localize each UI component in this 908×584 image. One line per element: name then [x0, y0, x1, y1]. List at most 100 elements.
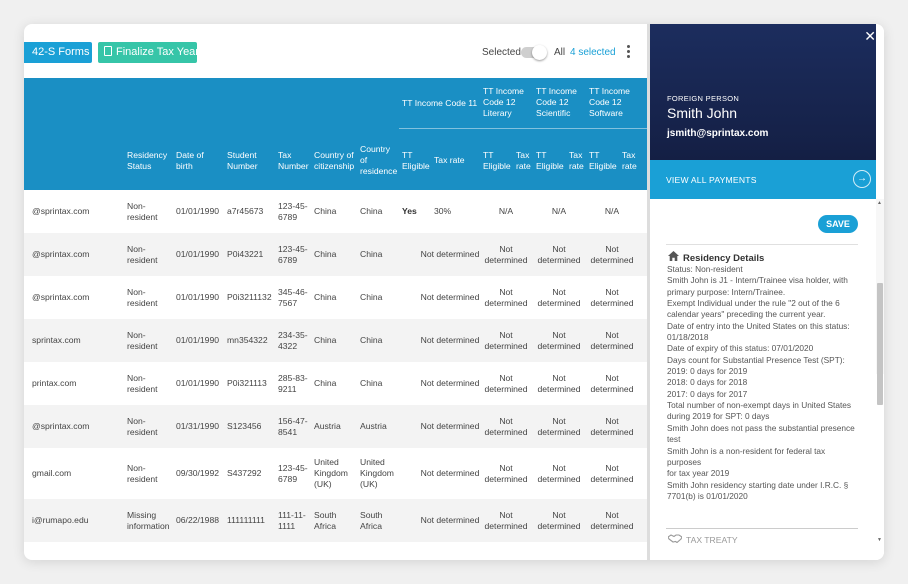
tax-number-cell: 345-46- 7567	[278, 287, 308, 309]
residency-status-cell: Non-resident	[127, 373, 158, 395]
panel-header: ✕ FOREIGN PERSON Smith John jsmith@sprin…	[650, 24, 876, 160]
cell-line: determined	[484, 255, 528, 265]
tt-scientific-cell: Not determined	[532, 463, 586, 485]
cell-line: determined	[484, 341, 528, 351]
header-country-citizenship[interactable]: Country of citizenship	[314, 150, 354, 172]
app-card: 42-S Forms Finalize Tax Year Selected Al…	[24, 24, 884, 560]
header-residency-status[interactable]: Residency Status	[127, 150, 167, 172]
header-line: Tax	[569, 150, 583, 160]
students-table-panel: 42-S Forms Finalize Tax Year Selected Al…	[24, 24, 647, 560]
header-tt-software[interactable]: TT Income Code 12 Software	[589, 86, 630, 119]
email-cell: printax.com	[32, 378, 77, 388]
cell-line: N/A	[498, 206, 514, 216]
email-cell: @sprintax.com	[32, 421, 90, 431]
cell-line: Africa	[314, 521, 336, 531]
tax-treaty-section[interactable]: TAX TREATY	[667, 534, 738, 545]
tt-code11-cell: Not determined	[420, 249, 480, 259]
tt-scientific-cell: N/A	[532, 206, 586, 217]
residency-status-cell: Non-resident	[127, 244, 158, 266]
cell-line: Non-	[127, 416, 146, 426]
table-row[interactable]: printax.com Non-resident 01/01/1990 P0i3211…	[24, 362, 647, 405]
citizenship-cell: United Kingdom (UK)	[314, 457, 348, 490]
residency-line: 2019: 0 days for 2019	[667, 366, 748, 377]
header-tt-income-code-11[interactable]: TT Income Code 11	[402, 98, 477, 109]
more-options-icon[interactable]	[627, 45, 631, 59]
table-row[interactable]: @sprintax.com Non-resident 01/31/1990 S1234…	[24, 405, 647, 448]
table-row[interactable]: sprintax.com Non-resident 01/01/1990 mn3543…	[24, 319, 647, 362]
table-row[interactable]: gmail.com Non-resident 09/30/1992 S437292 12…	[24, 448, 647, 499]
header-tax-rate-wrapped[interactable]: Tax rate	[569, 150, 584, 172]
residency-line: Smith John is J1 - Intern/Trainee visa h…	[667, 275, 848, 286]
header-dob[interactable]: Date of birth	[176, 150, 204, 172]
header-tax-number[interactable]: Tax Number	[278, 150, 309, 172]
cell-line: China	[360, 292, 383, 302]
tt-literary-cell: Not determined	[479, 510, 533, 532]
forms-button[interactable]: 42-S Forms	[24, 42, 92, 63]
table-row[interactable]: i@rumapo.edu Missing information 06/22/1988…	[24, 499, 647, 542]
residency-status-cell: Non-resident	[127, 330, 158, 352]
scroll-down-icon[interactable]: ▼	[877, 537, 882, 543]
header-line: Residency	[127, 150, 168, 160]
selected-count[interactable]: 4 selected	[570, 47, 616, 58]
header-tax-rate[interactable]: Tax rate	[434, 155, 465, 166]
header-tt-eligible[interactable]: TT Eligible	[536, 150, 564, 172]
cell-line: Not	[499, 330, 513, 340]
header-tt-eligible[interactable]: TT Eligible	[402, 150, 430, 172]
header-line: Literary	[483, 108, 512, 118]
cell-line: (UK)	[360, 479, 378, 489]
divider	[666, 244, 858, 245]
residency-line: 2018: 0 days for 2018	[667, 377, 748, 388]
tt-literary-cell: Not determined	[479, 463, 533, 485]
citizenship-cell: China	[314, 378, 336, 389]
tax-number-cell: 285-83- 9211	[278, 373, 308, 395]
student-number-cell: S437292	[227, 468, 262, 478]
header-line: of	[360, 155, 368, 165]
finalize-tax-year-button[interactable]: Finalize Tax Year	[98, 42, 199, 63]
citizenship-cell: China	[314, 249, 336, 260]
header-line: TT Income	[483, 86, 524, 96]
cell-line: resident	[127, 255, 158, 265]
header-tax-rate-wrapped[interactable]: Tax rate	[622, 150, 637, 172]
tax-number-cell: 111-11- 1111	[278, 510, 306, 532]
cell-line: Non-	[127, 330, 146, 340]
cell-line: Non-	[127, 373, 146, 383]
cell-line: determined	[590, 341, 634, 351]
table-row[interactable]: @sprintax.com Non-resident 01/01/1990 P0i43…	[24, 233, 647, 276]
cell-line: resident	[127, 384, 158, 394]
panel-scrollbar[interactable]: ▲ ▼	[876, 199, 884, 543]
header-tt-eligible[interactable]: TT Eligible	[589, 150, 617, 172]
citizenship-cell: China	[314, 292, 336, 303]
table-row[interactable]: @sprintax.com Non-resident 01/01/1990 P0i32…	[24, 276, 647, 319]
close-icon[interactable]: ✕	[864, 28, 876, 45]
header-country-residence[interactable]: Country of residence	[360, 144, 397, 177]
residency-line: Date of expiry of this status: 07/01/202…	[667, 343, 814, 354]
cell-line: Not	[499, 287, 513, 297]
cell-line: determined	[590, 427, 634, 437]
header-tt-scientific[interactable]: TT Income Code 12 Scientific	[536, 86, 577, 119]
person-name: Smith John	[667, 105, 738, 121]
student-number-cell: S123456	[227, 421, 262, 431]
residence-cell: China	[360, 206, 382, 217]
cell-line: China	[360, 335, 383, 345]
tt-literary-cell: Not determined	[479, 373, 533, 395]
cell-line: determined	[537, 255, 581, 265]
student-number-cell: P0i321113	[227, 378, 267, 388]
view-all-payments-button[interactable]: VIEW ALL PAYMENTS →	[650, 160, 876, 199]
tt-scientific-cell: Not determined	[532, 510, 586, 532]
cell-line: 6789	[278, 474, 298, 484]
header-tt-literary[interactable]: TT Income Code 12 Literary	[483, 86, 524, 119]
scroll-up-icon[interactable]: ▲	[877, 200, 882, 206]
header-line: TT	[402, 150, 413, 160]
header-tt-eligible[interactable]: TT Eligible	[483, 150, 511, 172]
save-button[interactable]: SAVE	[818, 215, 858, 233]
scroll-thumb[interactable]	[877, 283, 883, 405]
header-line: rate	[622, 161, 637, 171]
cell-line: resident	[127, 474, 158, 484]
divider	[666, 528, 858, 529]
header-tax-rate-wrapped[interactable]: Tax rate	[516, 150, 531, 172]
header-line: Eligible	[402, 161, 430, 171]
header-student-number[interactable]: Student Number	[227, 150, 258, 172]
selected-all-toggle[interactable]	[521, 45, 547, 60]
header-group-divider	[399, 128, 647, 129]
table-row[interactable]: @sprintax.com Non-resident 01/01/1990 a7r45…	[24, 190, 647, 233]
